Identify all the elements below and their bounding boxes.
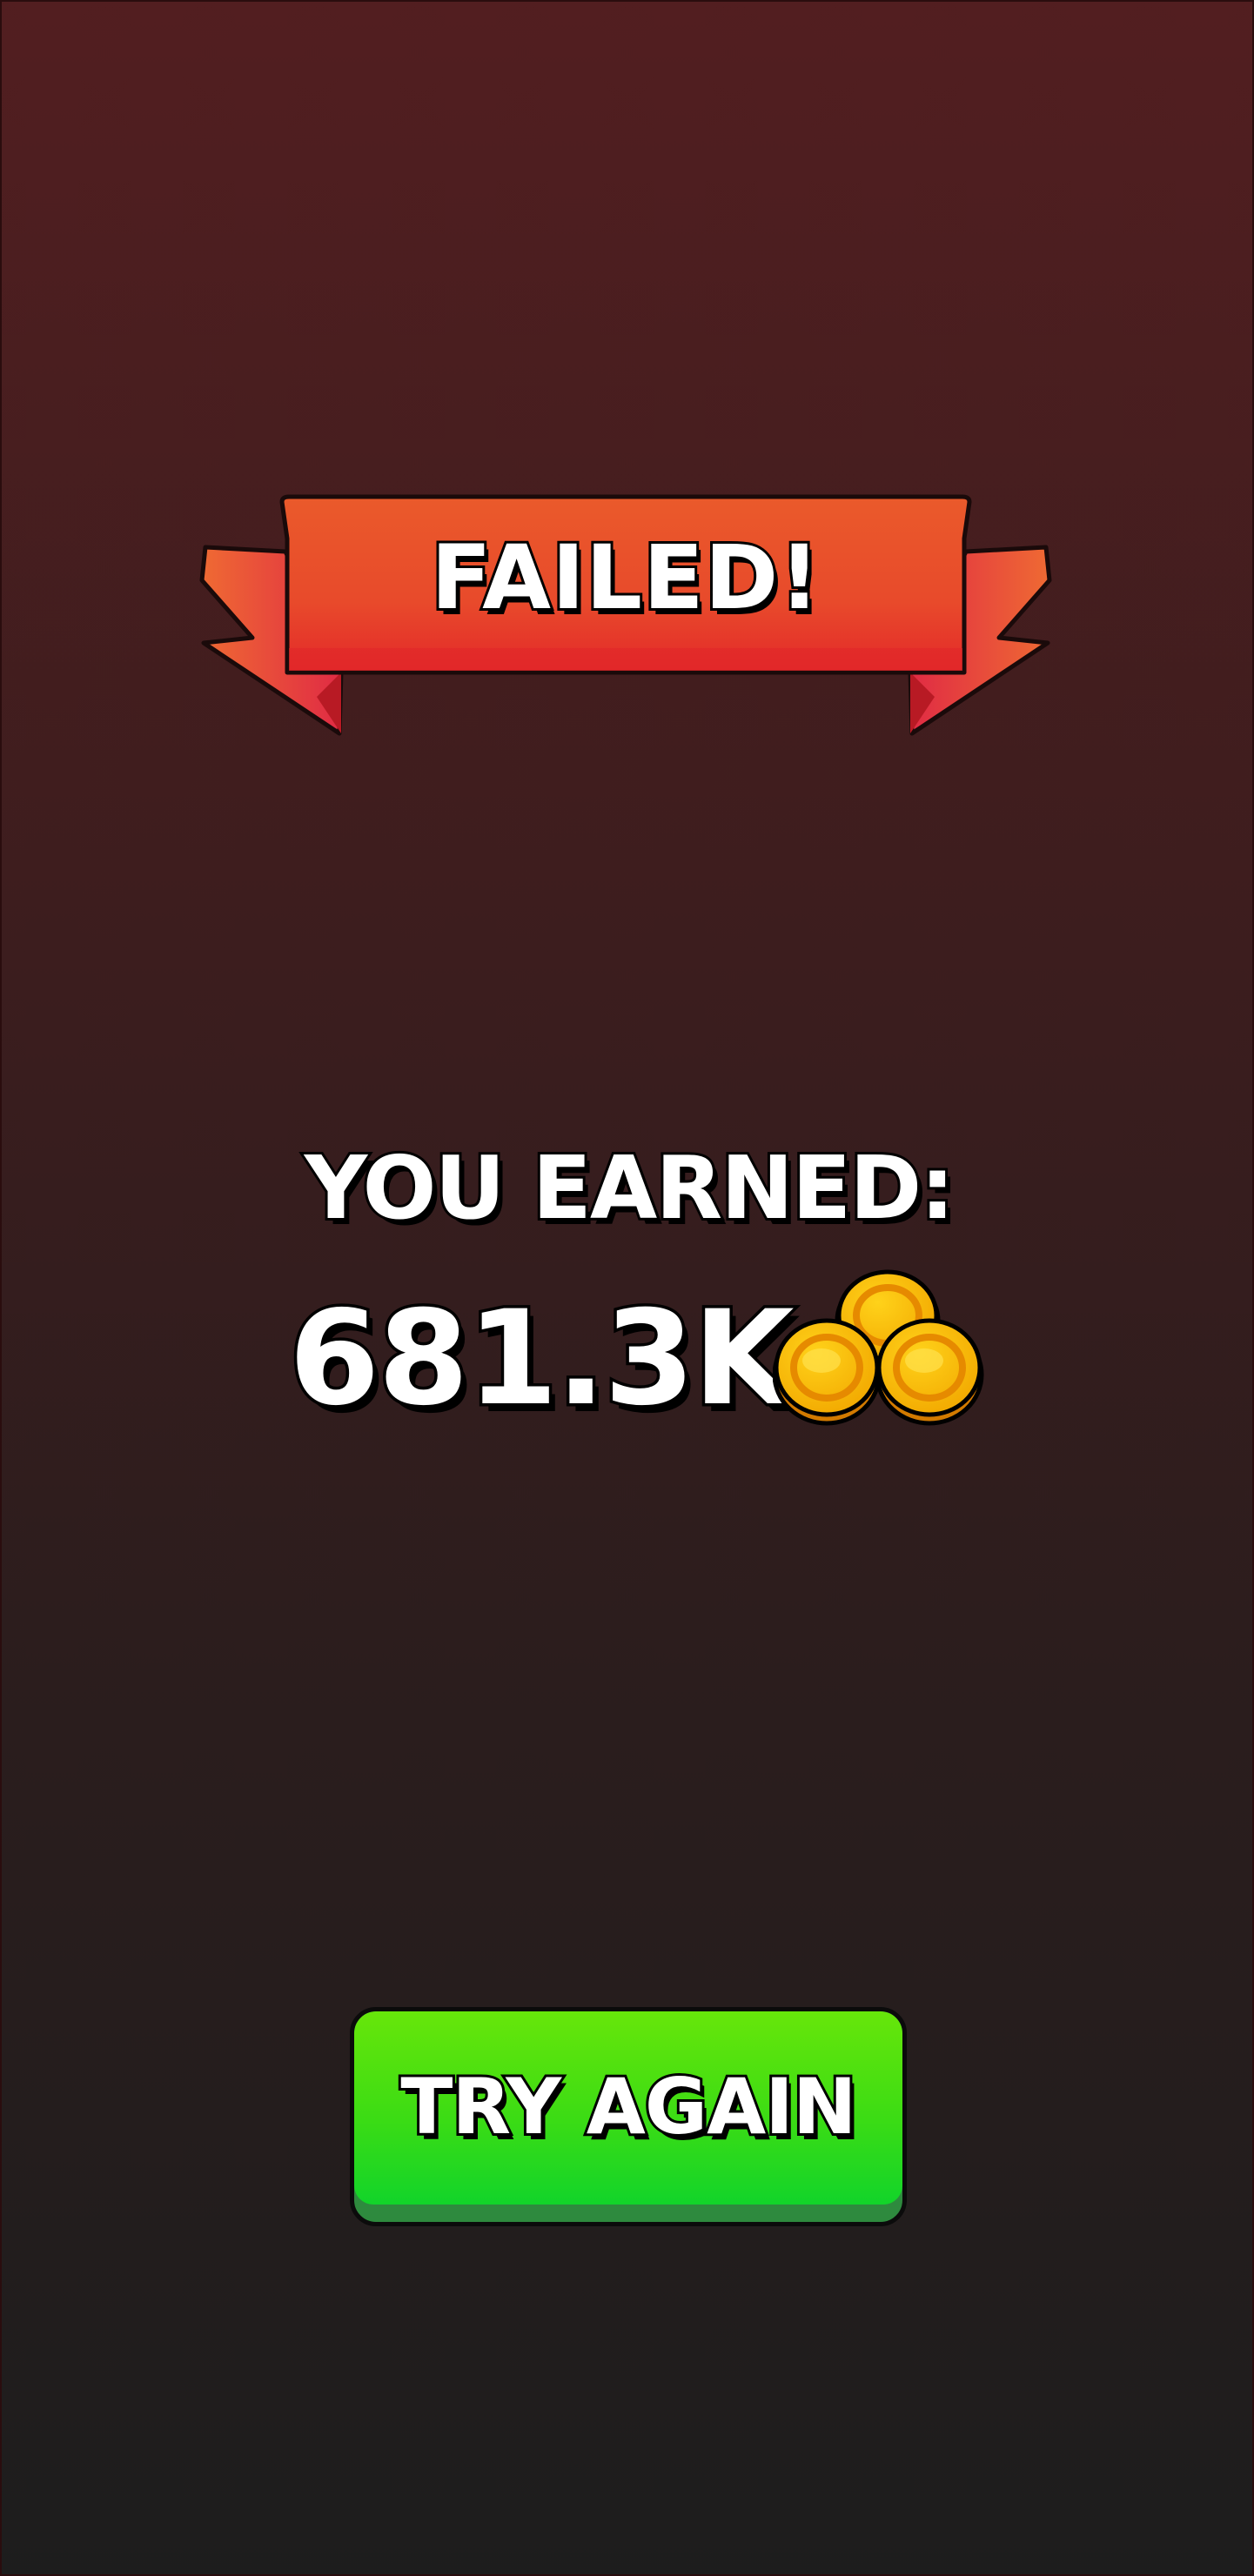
- earned-amount-row: 681.3K: [280, 1269, 994, 1446]
- failed-ribbon-banner: FAILED!: [195, 493, 1056, 737]
- failed-title: FAILED!: [428, 524, 822, 632]
- you-earned-label: YOU EARNED:: [302, 1134, 958, 1241]
- try-again-label: TRY AGAIN: [398, 2059, 859, 2154]
- game-over-screen: FAILED! YOU EARNED: 681.3K TRY AGAIN: [0, 0, 1254, 2576]
- try-again-button[interactable]: TRY AGAIN: [350, 2007, 907, 2226]
- gold-coins-icon: [773, 1269, 984, 1426]
- earned-amount: 681.3K: [286, 1281, 798, 1438]
